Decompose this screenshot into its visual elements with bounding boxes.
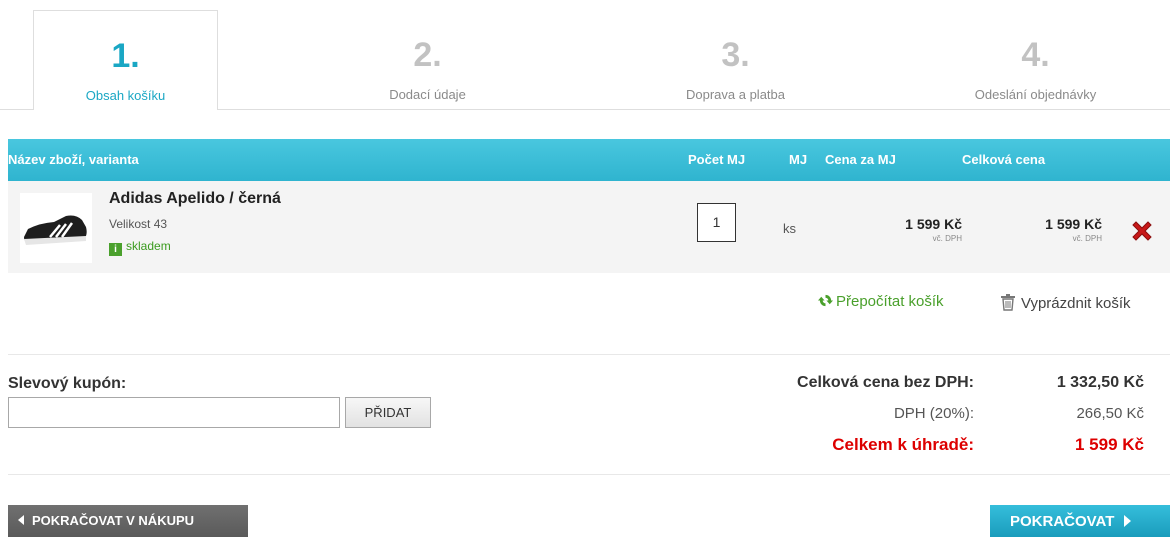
coupon-input[interactable]	[8, 397, 340, 428]
step-cart-contents[interactable]: 1. Obsah košíku	[33, 10, 218, 111]
empty-cart-label: Vyprázdnit košík	[1021, 295, 1131, 312]
total-price-value: 1 599 Kč	[1045, 216, 1102, 232]
section-divider	[8, 354, 1170, 355]
unit-price: 1 599 Kč vč. DPH	[905, 216, 962, 243]
info-icon: i	[109, 243, 122, 256]
coupon-label: Slevový kupón:	[8, 375, 127, 392]
empty-cart-link[interactable]: Vyprázdnit košík	[1000, 293, 1131, 312]
total-without-vat-label: Celková cena bez DPH:	[797, 374, 974, 391]
arrow-right-icon	[1124, 515, 1132, 527]
stock-status: i skladem	[109, 239, 171, 256]
header-quantity: Počet MJ	[688, 152, 746, 167]
total-without-vat-value: 1 332,50 Kč	[1056, 374, 1144, 391]
product-name[interactable]: Adidas Apelido / černá	[109, 190, 281, 208]
unit-label: ks	[783, 221, 796, 236]
product-thumbnail[interactable]	[20, 193, 92, 263]
section-divider	[8, 474, 1170, 475]
step-label: Dodací údaje	[389, 87, 466, 102]
step-label: Odeslání objednávky	[974, 87, 1097, 102]
step-label: Obsah košíku	[85, 88, 166, 103]
trash-icon	[1001, 294, 1015, 311]
step-shipping-payment[interactable]: 3. Doprava a platba	[643, 10, 828, 110]
remove-item-icon[interactable]	[1130, 219, 1154, 243]
cart-table-header: Název zboží, varianta Počet MJ MJ Cena z…	[8, 139, 1170, 181]
continue-checkout-button[interactable]: POKRAČOVAT	[990, 505, 1170, 537]
vat-label: DPH (20%):	[893, 405, 974, 422]
step-number: 1.	[111, 37, 140, 75]
product-variant: Velikost 43	[109, 217, 168, 231]
step-delivery-details[interactable]: 2. Dodací údaje	[335, 10, 520, 110]
continue-checkout-label: POKRAČOVAT	[1010, 513, 1115, 530]
header-unit: MJ	[789, 152, 808, 167]
recalculate-label: Přepočítat košík	[836, 293, 944, 310]
total-price-vat-note: vč. DPH	[1072, 234, 1102, 243]
continue-shopping-label: POKRAČOVAT V NÁKUPU	[32, 513, 195, 528]
add-coupon-button[interactable]: PŘIDAT	[345, 397, 431, 428]
unit-price-value: 1 599 Kč	[905, 216, 962, 232]
step-number: 3.	[721, 36, 750, 74]
arrow-left-icon	[18, 515, 24, 525]
total-to-pay-label: Celkem k úhradě:	[832, 435, 974, 454]
stock-label: skladem	[126, 239, 171, 253]
recalculate-cart-link[interactable]: Přepočítat košík	[818, 293, 944, 310]
quantity-input[interactable]: 1	[697, 203, 736, 242]
header-unit-price: Cena za MJ	[825, 152, 896, 167]
step-number: 4.	[1021, 36, 1050, 74]
step-number: 2.	[413, 36, 442, 74]
vat-value: 266,50 Kč	[1076, 405, 1144, 422]
total-price: 1 599 Kč vč. DPH	[1045, 216, 1102, 243]
cart-item-row: Adidas Apelido / černá Velikost 43 i skla…	[8, 181, 1170, 273]
checkout-steps: 1. Obsah košíku 2. Dodací údaje 3. Dopra…	[0, 0, 1170, 120]
continue-shopping-button[interactable]: POKRAČOVAT V NÁKUPU	[8, 505, 248, 537]
step-label: Doprava a platba	[685, 87, 785, 102]
header-total-price: Celková cena	[962, 152, 1046, 167]
total-to-pay-value: 1 599 Kč	[1075, 435, 1144, 454]
unit-price-vat-note: vč. DPH	[932, 234, 962, 243]
header-product-name: Název zboží, varianta	[8, 152, 139, 167]
step-order-submit[interactable]: 4. Odeslání objednávky	[943, 10, 1128, 110]
refresh-icon	[818, 294, 833, 307]
